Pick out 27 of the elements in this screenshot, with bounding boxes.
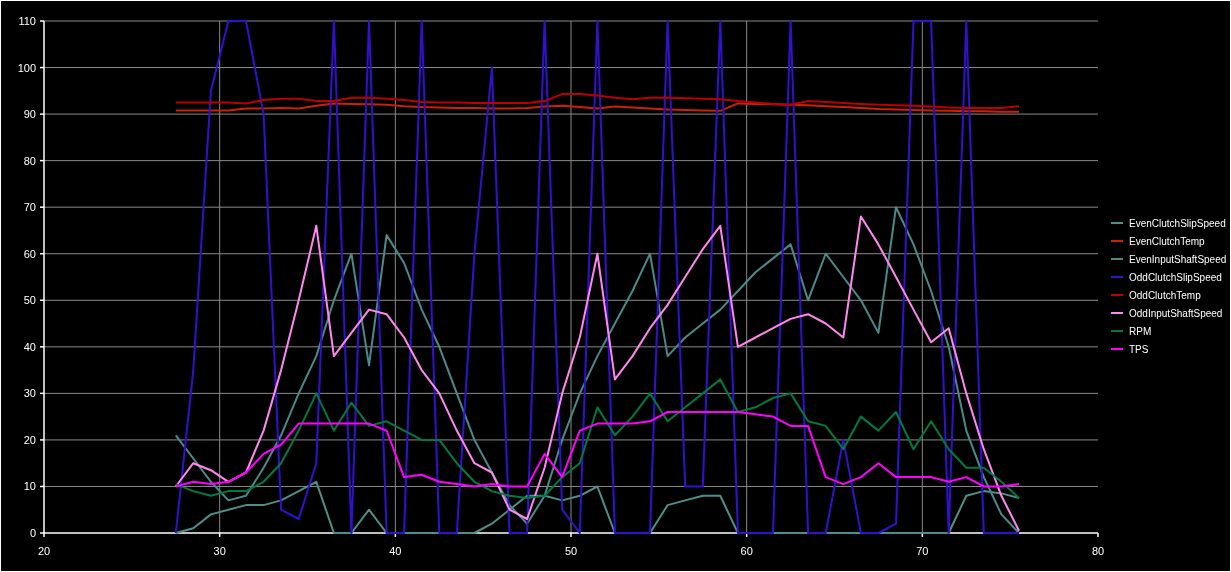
legend-label: EvenClutchTemp bbox=[1129, 235, 1205, 247]
x-tick-label: 30 bbox=[213, 545, 226, 557]
y-tick-label: 110 bbox=[18, 15, 36, 27]
legend-label: OddClutchTemp bbox=[1129, 289, 1201, 301]
x-tick-label: 60 bbox=[740, 545, 753, 557]
x-tick-label: 20 bbox=[37, 545, 51, 557]
legend-label: TPS bbox=[1129, 343, 1149, 355]
x-tick-label: 70 bbox=[916, 545, 929, 557]
legend-label: EvenInputShaftSpeed bbox=[1129, 253, 1227, 265]
y-tick-label: 100 bbox=[17, 61, 36, 74]
y-tick-label: 80 bbox=[23, 154, 36, 167]
y-tick-label: 0 bbox=[29, 527, 36, 539]
y-tick-label: 70 bbox=[23, 201, 36, 214]
y-tick-label: 20 bbox=[23, 433, 36, 446]
x-tick-label: 50 bbox=[564, 545, 578, 557]
y-tick-label: 30 bbox=[23, 387, 36, 400]
legend-label: OddInputShaftSpeed bbox=[1129, 307, 1223, 319]
legend-label: OddClutchSlipSpeed bbox=[1129, 271, 1222, 283]
y-tick-label: 90 bbox=[23, 108, 36, 121]
x-tick-label: 80 bbox=[1091, 545, 1105, 557]
x-tick-label: 40 bbox=[389, 545, 402, 557]
y-tick-label: 40 bbox=[23, 340, 36, 353]
legend-label: RPM bbox=[1129, 325, 1152, 337]
y-tick-label: 60 bbox=[23, 247, 36, 260]
y-tick-label: 50 bbox=[23, 294, 36, 307]
y-tick-label: 10 bbox=[23, 480, 36, 493]
legend-label: EvenClutchSlipSpeed bbox=[1129, 217, 1226, 229]
